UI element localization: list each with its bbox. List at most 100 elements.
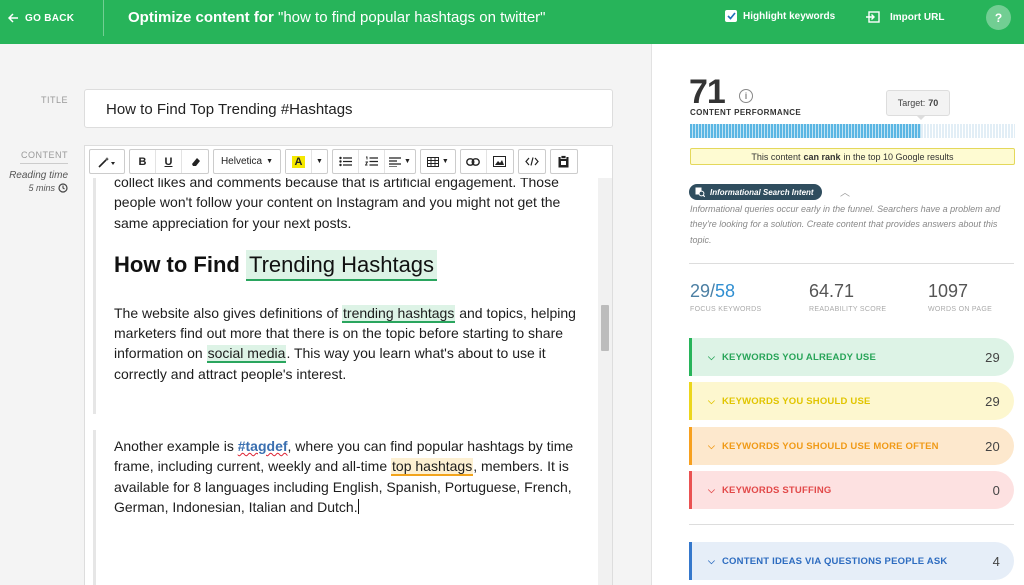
page-title-query: "how to find popular hashtags on twitter… [278, 9, 546, 26]
checkmark-icon [726, 12, 736, 20]
reading-time-mins: 5 mins [28, 183, 55, 193]
chevron-down-icon: ⌵ [708, 484, 716, 495]
help-button[interactable]: ? [986, 5, 1011, 30]
content-label-rule [20, 163, 68, 164]
table-icon [426, 156, 439, 167]
highlight-keywords-toggle[interactable]: Highlight keywords [725, 10, 835, 22]
editor-scrollbar[interactable] [598, 178, 612, 585]
section-heading: How to Find Trending Hashtags [114, 249, 583, 281]
paragraph-1: collect likes and comments because that … [114, 178, 561, 231]
content-label: CONTENT [21, 150, 68, 160]
rank-banner: This content can rank in the top 10 Google… [690, 148, 1015, 165]
performance-bar-fill [690, 124, 921, 138]
rank-prefix: This content [751, 151, 801, 162]
paragraph-2-text: The website also gives definitions of [114, 304, 343, 321]
underline-button[interactable]: U [156, 150, 182, 173]
chevron-down-icon: ⌵ [708, 395, 716, 406]
keyword-group-label: KEYWORDS STUFFING [722, 484, 832, 496]
target-tooltip: Target: 70 [886, 90, 950, 116]
code-icon [525, 157, 539, 166]
search-intent-badge[interactable]: Informational Search Intent [689, 184, 822, 200]
numbered-list-icon [364, 156, 378, 166]
focus-keywords-stat: 29/58 FOCUS KEYWORDS [690, 281, 762, 313]
keyword-highlight: top hashtags [391, 458, 474, 477]
target-label: Target: [897, 98, 926, 108]
table-dropdown[interactable]: ▼ [421, 150, 455, 173]
highlight-checkbox[interactable] [725, 10, 737, 22]
optimization-panel: 71 i CONTENT PERFORMANCE Target: 70 This … [651, 44, 1024, 585]
panel-divider [689, 263, 1014, 264]
clear-format-button[interactable] [182, 150, 208, 173]
align-dropdown[interactable]: ▼ [385, 150, 415, 173]
tagdef-link[interactable]: #tagdef [238, 438, 288, 454]
bullet-list-icon [339, 156, 352, 167]
info-icon[interactable]: i [739, 89, 753, 103]
title-input[interactable]: How to Find Top Trending #Hashtags [84, 89, 613, 128]
keyword-highlight: social media [206, 345, 287, 364]
words-value: 1097 [928, 281, 969, 301]
magic-wand-button[interactable] [90, 150, 124, 173]
readability-value: 64.71 [809, 281, 855, 301]
paste-button[interactable] [551, 150, 577, 173]
words-stat: 1097 WORDS ON PAGE [928, 281, 992, 313]
reading-time-label: Reading time [9, 170, 68, 181]
content-block-2: Another example is #tagdef, where you ca… [93, 430, 583, 585]
highlight-color-button[interactable]: A [286, 150, 312, 173]
focus-keywords-total: 58 [715, 281, 736, 301]
keywords-use-more-often-row[interactable]: ⌵ KEYWORDS YOU SHOULD USE MORE OFTEN 20 [689, 427, 1014, 465]
content-block-1: collect likes and comments because that … [93, 178, 583, 414]
code-view-button[interactable] [519, 150, 545, 173]
bold-button[interactable]: B [130, 150, 156, 173]
import-url-label: Import URL [890, 11, 945, 23]
import-url-button[interactable]: Import URL [866, 11, 944, 23]
font-select[interactable]: Helvetica ▼ [214, 150, 280, 173]
focus-keywords-label: FOCUS KEYWORDS [690, 306, 762, 313]
caret-down-icon: ▼ [403, 158, 411, 165]
align-left-icon [388, 156, 401, 167]
magic-wand-icon [98, 156, 115, 168]
highlight-color-letter: A [291, 155, 306, 168]
keyword-group-count: 0 [992, 482, 1000, 498]
link-icon [466, 157, 481, 166]
readability-stat: 64.71 READABILITY SCORE [809, 281, 886, 313]
bullet-list-button[interactable] [333, 150, 359, 173]
chevron-down-icon: ⌵ [708, 351, 716, 362]
image-button[interactable] [487, 150, 513, 173]
toolbar-group-font: Helvetica ▼ [213, 149, 281, 174]
content-editor[interactable]: B U Helvetica ▼ A ▼ ▼ ▼ collect likes an… [84, 145, 613, 585]
page-title-prefix: Optimize content for [128, 9, 274, 26]
panel-divider [689, 524, 1014, 525]
top-bar: GO BACK Optimize content for "how to fin… [0, 0, 1024, 44]
font-select-value: Helvetica [220, 156, 263, 167]
content-score: 71 [689, 73, 726, 111]
title-label: TITLE [40, 95, 68, 105]
link-button[interactable] [461, 150, 487, 173]
rank-suffix: in the top 10 Google results [843, 151, 954, 162]
keywords-already-use-row[interactable]: ⌵ KEYWORDS YOU ALREADY USE 29 [689, 338, 1014, 376]
paragraph-3-text: Another example is [114, 438, 238, 454]
keyword-group-count: 29 [985, 349, 1000, 365]
go-back-button[interactable]: GO BACK [8, 0, 74, 36]
chevron-up-icon[interactable]: ︿ [840, 184, 850, 199]
caret-down-icon: ▼ [441, 158, 449, 165]
caret-down-icon: ▼ [266, 158, 274, 165]
keyword-group-label: CONTENT IDEAS VIA QUESTIONS PEOPLE ASK [722, 555, 948, 567]
toolbar-group-paste [549, 149, 578, 174]
toolbar-group-lists: ▼ [331, 149, 416, 174]
section-heading-prefix: How to Find [114, 251, 246, 277]
content-ideas-row[interactable]: ⌵ CONTENT IDEAS VIA QUESTIONS PEOPLE ASK… [689, 542, 1014, 580]
keyword-highlight: Trending Hashtags [245, 249, 438, 281]
keywords-should-use-row[interactable]: ⌵ KEYWORDS YOU SHOULD USE 29 [689, 382, 1014, 420]
chevron-down-icon: ⌵ [708, 440, 716, 451]
go-back-label: GO BACK [25, 12, 75, 24]
numbered-list-button[interactable] [359, 150, 385, 173]
highlight-label: Highlight keywords [743, 10, 836, 22]
paragraph-3: Another example is #tagdef, where you ca… [114, 436, 583, 517]
highlight-color-dropdown[interactable]: ▼ [312, 150, 327, 173]
editor-scrollbar-thumb[interactable] [601, 305, 609, 351]
keywords-stuffing-row[interactable]: ⌵ KEYWORDS STUFFING 0 [689, 471, 1014, 509]
editor-document[interactable]: collect likes and comments because that … [85, 178, 600, 585]
eraser-icon [191, 158, 200, 166]
rank-bold: can rank [803, 151, 841, 162]
performance-bar [690, 124, 1015, 138]
